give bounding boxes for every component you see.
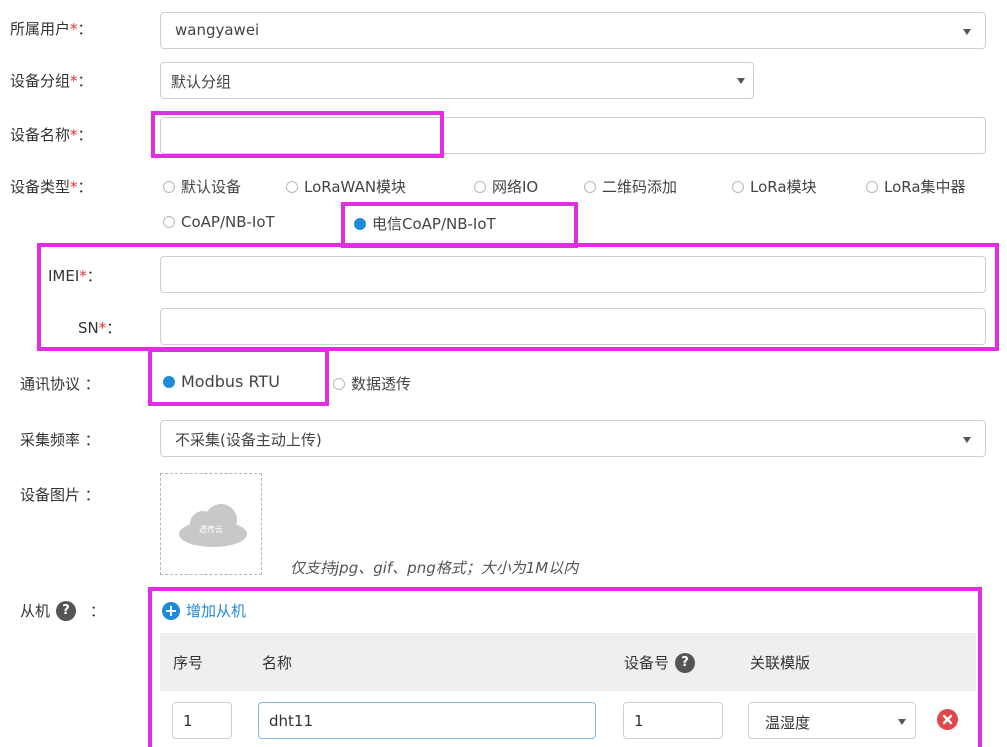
- add-icon: +: [162, 601, 180, 620]
- image-label: 设备图片 ：: [20, 486, 100, 504]
- type-option-network-io[interactable]: 网络IO: [474, 176, 538, 197]
- protocol-option-modbus[interactable]: Modbus RTU: [163, 372, 280, 391]
- radio-icon: [333, 377, 345, 390]
- frequency-select[interactable]: 不采集(设备主动上传): [160, 420, 986, 457]
- type-option-default[interactable]: 默认设备: [163, 176, 241, 197]
- device-type-label: 设备类型*：: [10, 178, 93, 196]
- protocol-option-passthrough[interactable]: 数据透传: [333, 373, 411, 394]
- column-name: 名称: [262, 654, 293, 672]
- type-option-lora-concentrator[interactable]: LoRa集中器: [866, 176, 966, 197]
- cloud-logo-text: 透传云: [199, 525, 223, 534]
- help-icon[interactable]: ?: [675, 652, 696, 673]
- delete-row-button[interactable]: [937, 709, 958, 730]
- owner-label: 所属用户*：: [10, 20, 93, 38]
- row-template-select[interactable]: 温湿度: [748, 702, 916, 739]
- chevron-down-icon: [963, 437, 971, 443]
- add-slave-button[interactable]: + 增加从机: [162, 600, 246, 621]
- type-option-telecom-coap[interactable]: 电信CoAP/NB-IoT: [354, 213, 496, 234]
- protocol-label: 通讯协议 ：: [20, 375, 100, 393]
- help-icon[interactable]: ?: [56, 600, 77, 621]
- device-name-input[interactable]: [160, 117, 986, 154]
- type-option-qrcode[interactable]: 二维码添加: [584, 176, 677, 197]
- chevron-down-icon: [737, 78, 745, 84]
- slave-label: 从机 ? ：: [20, 600, 106, 621]
- group-label: 设备分组*：: [10, 72, 93, 90]
- sn-input[interactable]: [160, 308, 986, 345]
- radio-icon: [866, 180, 878, 193]
- row-index-input[interactable]: 1: [172, 702, 232, 739]
- type-option-lorawan[interactable]: LoRaWAN模块: [286, 176, 406, 197]
- image-hint: 仅支持jpg、gif、png格式；大小为1M以内: [290, 559, 579, 577]
- type-option-lora-module[interactable]: LoRa模块: [732, 176, 817, 197]
- column-template: 关联模版: [750, 654, 811, 672]
- frequency-label: 采集频率 ：: [20, 431, 100, 449]
- radio-icon: [732, 180, 744, 193]
- type-option-coap[interactable]: CoAP/NB-IoT: [163, 213, 275, 231]
- device-name-label: 设备名称*：: [10, 126, 93, 144]
- image-upload[interactable]: 透传云: [160, 473, 262, 575]
- owner-select[interactable]: wangyawei: [160, 12, 986, 49]
- radio-icon: [286, 180, 298, 193]
- radio-icon: [474, 180, 486, 193]
- radio-icon: [163, 216, 175, 228]
- sn-label: SN*：: [78, 319, 122, 337]
- row-name-input[interactable]: dht11: [258, 702, 596, 739]
- row-device-no-input[interactable]: 1: [623, 702, 723, 739]
- column-index: 序号: [173, 654, 204, 672]
- imei-input[interactable]: [160, 256, 986, 293]
- radio-icon: [163, 180, 175, 193]
- radio-selected-icon: [163, 375, 175, 388]
- chevron-down-icon: [963, 29, 971, 35]
- close-icon: [942, 714, 953, 725]
- column-device-no: 设备号 ?: [624, 652, 696, 673]
- imei-label: IMEI*：: [48, 267, 102, 285]
- radio-icon: [584, 180, 596, 193]
- chevron-down-icon: [898, 719, 906, 725]
- group-select[interactable]: 默认分组: [160, 62, 754, 99]
- radio-selected-icon: [354, 217, 366, 230]
